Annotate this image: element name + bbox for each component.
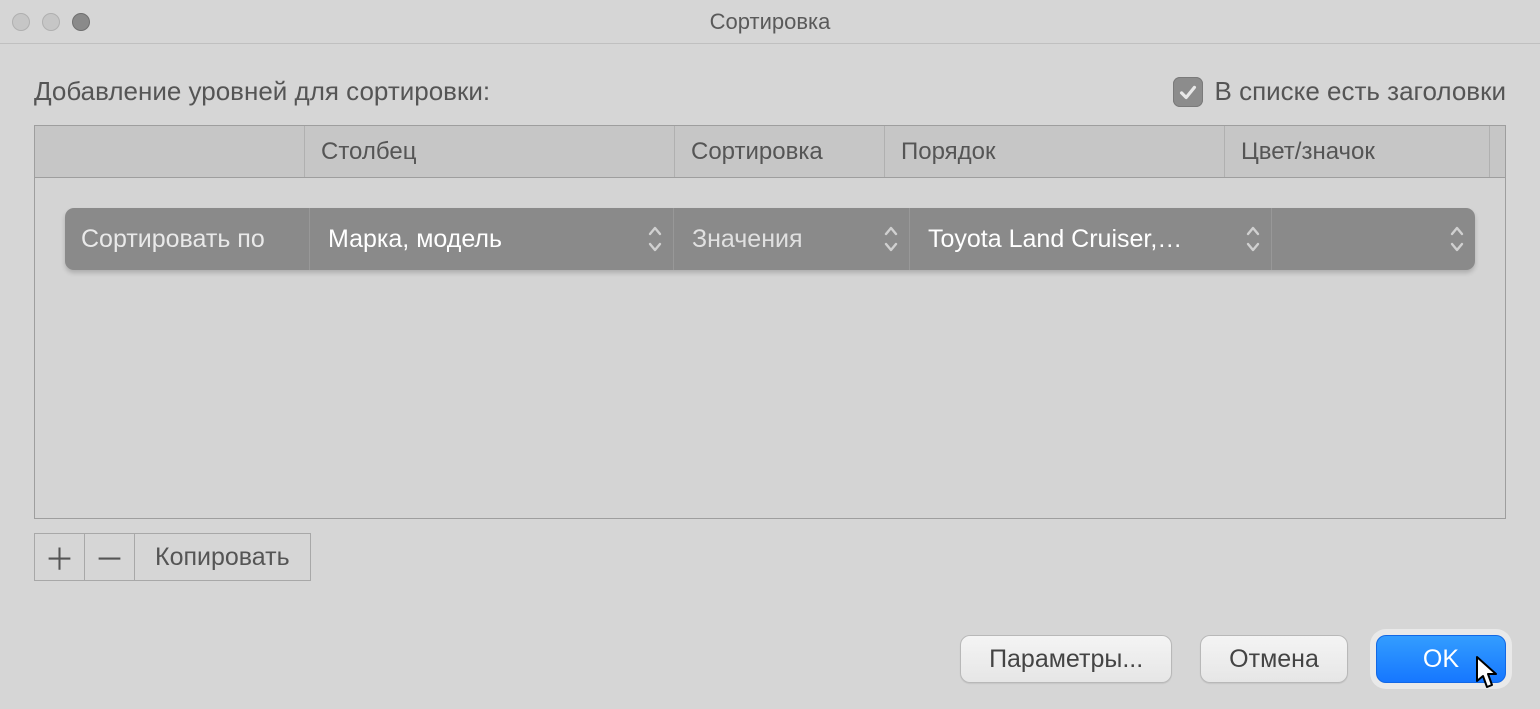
ok-button[interactable]: OK: [1376, 635, 1506, 683]
parameters-button[interactable]: Параметры...: [960, 635, 1172, 683]
th-lead: [35, 126, 305, 177]
list-has-headers-checkbox[interactable]: В списке есть заголовки: [1173, 76, 1506, 107]
minimize-window-icon[interactable]: [42, 13, 60, 31]
level-toolbar: ＋ － Копировать: [34, 533, 311, 581]
remove-level-button[interactable]: －: [85, 534, 135, 580]
table-header: Столбец Сортировка Порядок Цвет/значок: [35, 126, 1505, 178]
order-select[interactable]: Toyota Land Cruiser,…: [909, 208, 1271, 270]
table-body: Сортировать по Марка, модель Значения To…: [35, 178, 1505, 518]
th-order[interactable]: Порядок: [885, 126, 1225, 177]
sort-level-row[interactable]: Сортировать по Марка, модель Значения To…: [65, 208, 1475, 270]
close-window-icon[interactable]: [12, 13, 30, 31]
updown-icon: [1447, 222, 1467, 256]
window-title: Сортировка: [0, 9, 1540, 35]
sort-levels-table: Столбец Сортировка Порядок Цвет/значок С…: [34, 125, 1506, 519]
add-levels-label: Добавление уровней для сортировки:: [34, 76, 490, 107]
checkmark-icon: [1173, 77, 1203, 107]
updown-icon: [645, 222, 665, 256]
list-has-headers-label: В списке есть заголовки: [1215, 76, 1506, 107]
th-grip: [1489, 126, 1505, 177]
th-sort[interactable]: Сортировка: [675, 126, 885, 177]
titlebar: Сортировка: [0, 0, 1540, 44]
plus-icon: ＋: [45, 535, 75, 579]
column-select[interactable]: Марка, модель: [309, 208, 673, 270]
cancel-button[interactable]: Отмена: [1200, 635, 1348, 683]
color-select[interactable]: [1271, 208, 1475, 270]
column-select-value: Марка, модель: [328, 225, 502, 254]
updown-icon: [881, 222, 901, 256]
th-column[interactable]: Столбец: [305, 126, 675, 177]
minus-icon: －: [95, 535, 125, 579]
updown-icon: [1243, 222, 1263, 256]
sort-on-select-value: Значения: [692, 225, 803, 254]
sort-by-label: Сортировать по: [65, 208, 309, 270]
dialog-button-row: Параметры... Отмена OK: [960, 635, 1506, 683]
traffic-lights: [12, 13, 90, 31]
add-level-button[interactable]: ＋: [35, 534, 85, 580]
zoom-window-icon[interactable]: [72, 13, 90, 31]
th-color[interactable]: Цвет/значок: [1225, 126, 1489, 177]
order-select-value: Toyota Land Cruiser,…: [928, 225, 1182, 254]
copy-level-label: Копировать: [155, 543, 290, 572]
sort-on-select[interactable]: Значения: [673, 208, 909, 270]
copy-level-button[interactable]: Копировать: [135, 534, 310, 580]
